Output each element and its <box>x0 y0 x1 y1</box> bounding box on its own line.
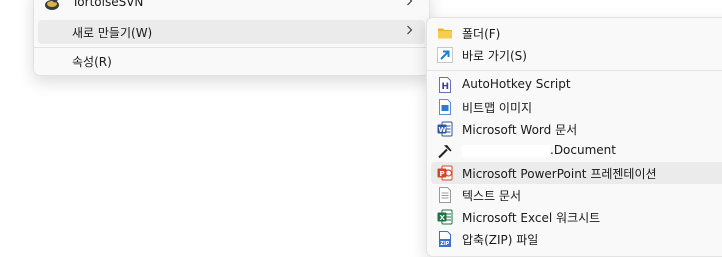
tortoisesvn-icon <box>44 0 60 11</box>
submenu-item-label: 폴더(F) <box>462 27 501 41</box>
submenu-item-label: Microsoft Excel 워크시트 <box>462 211 601 225</box>
menu-item-new[interactable]: 새로 만들기(W) <box>38 20 425 44</box>
submenu-item-excel[interactable]: X Microsoft Excel 워크시트 <box>431 206 722 228</box>
menu-item-tortoisesvn[interactable]: TortoiseSVN <box>38 0 425 15</box>
submenu-item-zip[interactable]: ZIP 압축(ZIP) 파일 <box>431 228 722 250</box>
submenu-item-folder[interactable]: 폴더(F) <box>431 22 722 44</box>
menu-separator <box>427 70 722 71</box>
chevron-right-icon <box>407 25 413 35</box>
menu-item-label: TortoiseSVN <box>72 0 144 9</box>
menu-separator <box>34 47 429 48</box>
submenu-item-label: .Document <box>462 143 616 157</box>
submenu-item-text[interactable]: 텍스트 문서 <box>431 184 722 206</box>
submenu-item-label: 바로 가기(S) <box>462 49 527 63</box>
redacted-text <box>462 144 550 157</box>
submenu-item-bitmap[interactable]: 비트맵 이미지 <box>431 96 722 118</box>
svg-text:ZIP: ZIP <box>440 241 449 247</box>
folder-icon <box>437 25 453 41</box>
submenu-item-word[interactable]: W Microsoft Word 문서 <box>431 118 722 140</box>
submenu-item-label: 텍스트 문서 <box>462 189 522 203</box>
document-type-label: .Document <box>550 143 616 157</box>
zip-folder-icon: ZIP <box>437 231 453 247</box>
bitmap-image-icon <box>437 99 453 115</box>
submenu-item-powerpoint[interactable]: P Microsoft PowerPoint 프레젠테이션 <box>431 162 722 184</box>
submenu-item-label: Microsoft Word 문서 <box>462 123 578 137</box>
hammer-icon <box>437 143 453 159</box>
svg-text:W: W <box>439 126 447 134</box>
autohotkey-icon: H <box>437 77 453 93</box>
submenu-item-document[interactable]: .Document <box>431 140 722 162</box>
submenu-item-shortcut[interactable]: 바로 가기(S) <box>431 44 722 66</box>
new-submenu: 폴더(F) 바로 가기(S) H AutoHotkey Script 비트맵 이… <box>426 17 722 257</box>
svg-text:P: P <box>440 170 445 178</box>
submenu-item-label: AutoHotkey Script <box>462 77 571 91</box>
context-menu: TortoiseSVN 새로 만들기(W) 속성(R) <box>33 0 430 76</box>
menu-item-properties[interactable]: 속성(R) <box>38 49 425 73</box>
svg-text:H: H <box>442 82 450 92</box>
submenu-item-label: 압축(ZIP) 파일 <box>462 233 539 247</box>
shortcut-arrow-icon <box>437 47 453 63</box>
word-icon: W <box>437 121 453 137</box>
excel-icon: X <box>437 209 453 225</box>
text-document-icon <box>437 187 453 203</box>
submenu-item-autohotkey[interactable]: H AutoHotkey Script <box>431 74 722 96</box>
menu-item-label: 속성(R) <box>72 55 112 69</box>
chevron-right-icon <box>407 0 413 6</box>
powerpoint-icon: P <box>437 165 453 181</box>
menu-item-label: 새로 만들기(W) <box>72 26 153 40</box>
submenu-item-label: 비트맵 이미지 <box>462 101 533 115</box>
submenu-item-label: Microsoft PowerPoint 프레젠테이션 <box>462 167 657 181</box>
svg-text:X: X <box>440 214 446 222</box>
